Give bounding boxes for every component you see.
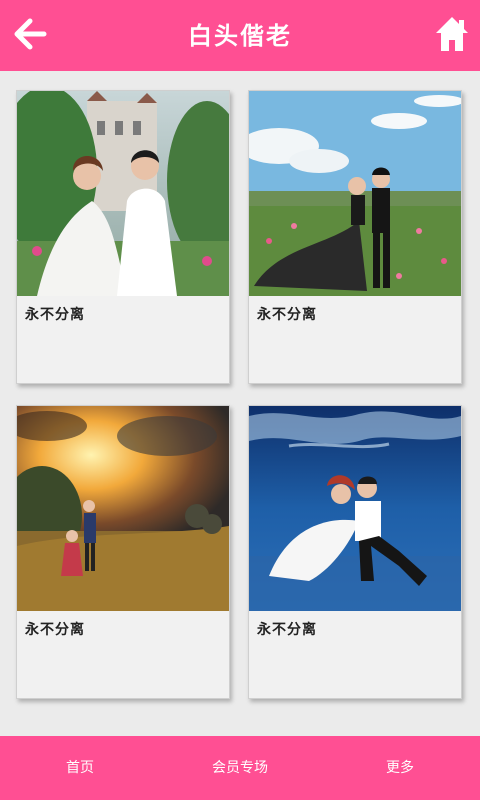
- gallery-card[interactable]: 永不分离: [16, 405, 230, 699]
- gallery-photo: [249, 406, 461, 611]
- home-icon[interactable]: [434, 14, 470, 54]
- nav-more[interactable]: 更多: [340, 736, 460, 800]
- page-title: 白头偕老: [188, 22, 292, 50]
- nav-member-zone[interactable]: 会员专场: [180, 736, 300, 800]
- gallery-card[interactable]: 永不分离: [248, 90, 462, 384]
- gallery-card[interactable]: 永不分离: [16, 90, 230, 384]
- gallery-photo: [17, 406, 229, 611]
- gallery-card[interactable]: 永不分离: [248, 405, 462, 699]
- photo-caption: 永不分离: [257, 622, 317, 638]
- photo-caption: 永不分离: [25, 307, 85, 323]
- photo-caption: 永不分离: [25, 622, 85, 638]
- photo-caption: 永不分离: [257, 307, 317, 323]
- gallery-photo: [249, 91, 461, 296]
- app-header: 白头偕老: [0, 0, 480, 71]
- photo-grid: 永不分离 永不分离 永不分离 永不分离: [0, 71, 480, 736]
- nav-home[interactable]: 首页: [20, 736, 140, 800]
- gallery-photo: [17, 91, 229, 296]
- bottom-nav: 首页 会员专场 更多: [0, 736, 480, 800]
